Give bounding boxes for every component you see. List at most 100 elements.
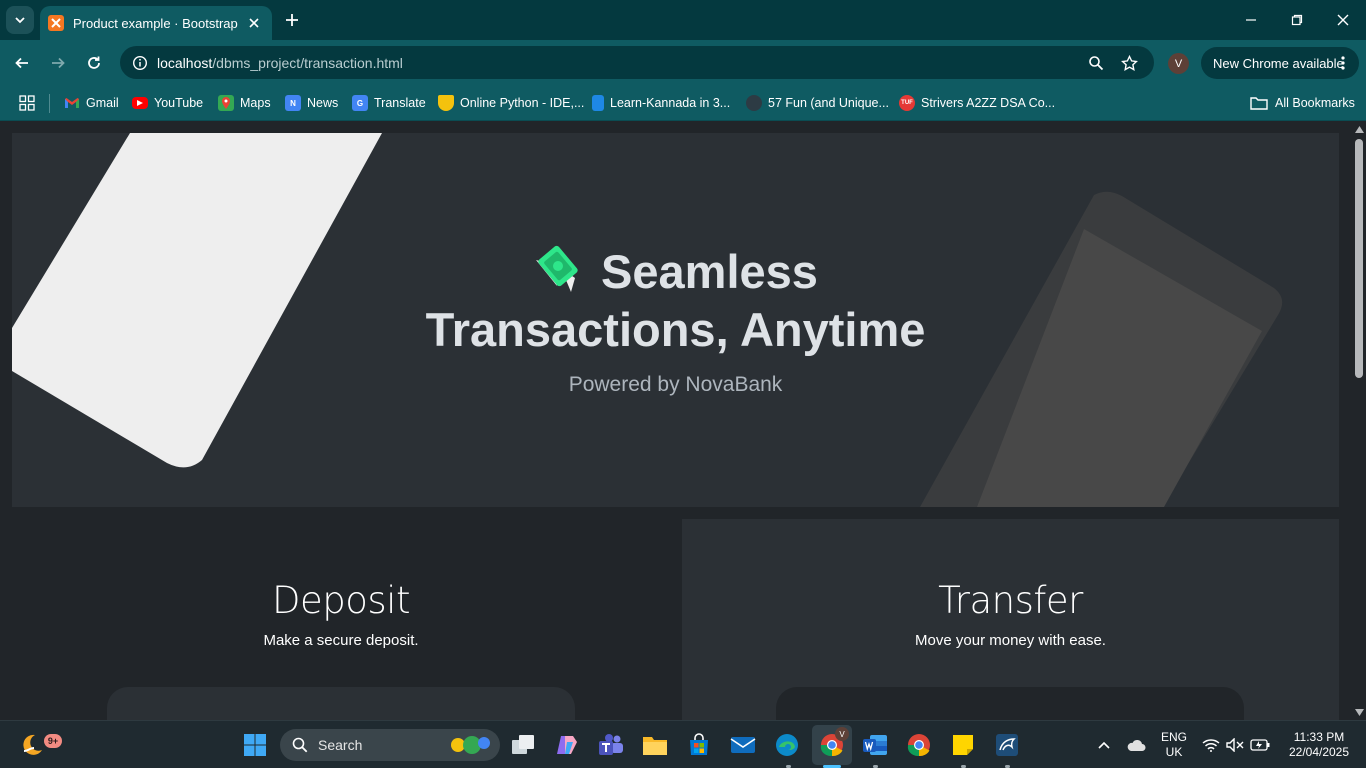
tab-close-button[interactable] <box>244 13 264 33</box>
folder-icon <box>643 737 667 755</box>
chrome-profile-badge: V <box>835 727 849 741</box>
onedrive-button[interactable] <box>1122 727 1150 763</box>
task-view-button[interactable] <box>505 727 541 763</box>
hero-title-line1: Seamless <box>601 245 818 298</box>
all-bookmarks-label: All Bookmarks <box>1275 96 1355 110</box>
scroll-up-arrow[interactable] <box>1354 124 1364 134</box>
copilot-icon <box>557 736 577 754</box>
bookmark-label: Gmail <box>86 96 119 110</box>
microsoft-store-button[interactable] <box>681 727 717 763</box>
chrome-icon <box>907 734 930 757</box>
bookmark-strivers[interactable]: TUF Strivers A2ZZ DSA Co... <box>899 91 1055 115</box>
deposit-title: Deposit <box>272 579 410 622</box>
mysql-workbench-button[interactable] <box>989 727 1025 763</box>
bookmark-star-button[interactable] <box>1117 51 1141 75</box>
address-bar[interactable]: localhost/dbms_project/transaction.html <box>120 46 1154 79</box>
edge-button[interactable] <box>769 727 805 763</box>
language-indicator[interactable]: ENG UK <box>1157 730 1191 760</box>
search-highlight-icon <box>451 736 490 754</box>
bookmarks-bar: Gmail YouTube Maps N News G Translate On… <box>0 86 1366 121</box>
scroll-thumb[interactable] <box>1355 139 1363 378</box>
widgets-button[interactable]: 9+ <box>14 727 62 763</box>
bookmark-label: Translate <box>374 96 426 110</box>
profile-avatar[interactable]: V <box>1168 53 1189 74</box>
zoom-button[interactable] <box>1084 51 1108 75</box>
tuf-icon: TUF <box>899 95 915 111</box>
windows-taskbar: 9+ Search V ENG UK 11:33 PM 22/04/2025 <box>0 720 1366 768</box>
bookmark-translate[interactable]: G Translate <box>352 91 426 115</box>
bookmark-online-python[interactable]: Online Python - IDE,... <box>438 91 584 115</box>
bookmark-57-fun[interactable]: 57 Fun (and Unique... <box>746 91 889 115</box>
bookmark-learn-kannada[interactable]: Learn-Kannada in 3... <box>592 91 730 115</box>
minimize-icon <box>1246 19 1256 21</box>
reload-button[interactable] <box>80 49 108 77</box>
bookmark-label: News <box>307 96 339 110</box>
wifi-icon <box>1202 739 1220 752</box>
youtube-icon <box>132 97 148 109</box>
bookmark-news[interactable]: N News <box>285 91 338 115</box>
chrome-update-button[interactable]: New Chrome available <box>1201 47 1359 79</box>
bookmark-gmail[interactable]: Gmail <box>64 91 119 115</box>
start-button[interactable] <box>237 727 273 763</box>
notification-badge: 9+ <box>44 734 62 748</box>
forward-button[interactable] <box>44 49 72 77</box>
teams-button[interactable] <box>593 727 629 763</box>
hero-section: Seamless Transactions, Anytime Powered b… <box>12 133 1339 507</box>
transfer-title: Transfer <box>938 579 1083 622</box>
apps-grid-icon <box>19 95 35 111</box>
word-icon <box>863 735 887 755</box>
show-hidden-icons-button[interactable] <box>1092 727 1116 763</box>
battery-charging-icon <box>1250 739 1270 751</box>
dolphin-icon <box>996 734 1018 756</box>
task-view-icon <box>512 735 534 754</box>
page-scrollbar[interactable] <box>1351 121 1366 720</box>
kannada-icon <box>592 95 604 111</box>
back-button[interactable] <box>8 49 36 77</box>
word-button[interactable] <box>857 727 893 763</box>
chrome-profile-button[interactable]: V <box>814 727 850 763</box>
restore-button[interactable] <box>1274 0 1320 40</box>
clock[interactable]: 11:33 PM 22/04/2025 <box>1281 730 1357 760</box>
sticky-notes-button[interactable] <box>945 727 981 763</box>
hero-title-line2: Transactions, Anytime <box>425 303 926 356</box>
python-shield-icon <box>438 95 454 111</box>
page-viewport: Seamless Transactions, Anytime Powered b… <box>0 121 1366 720</box>
transfer-form-card <box>776 687 1244 720</box>
all-bookmarks-button[interactable]: All Bookmarks <box>1250 91 1355 115</box>
tab-search-button[interactable] <box>6 6 34 34</box>
new-tab-button[interactable] <box>280 8 304 32</box>
magnifier-icon <box>1089 56 1104 71</box>
reload-icon <box>88 56 100 69</box>
store-icon <box>690 733 708 755</box>
apps-button[interactable] <box>16 92 38 114</box>
url-text: localhost/dbms_project/transaction.html <box>157 55 403 71</box>
wifi-button[interactable] <box>1199 727 1223 763</box>
battery-button[interactable] <box>1247 727 1273 763</box>
bookmark-maps[interactable]: Maps <box>218 91 271 115</box>
bookmark-label: Learn-Kannada in 3... <box>610 96 731 110</box>
close-window-button[interactable] <box>1320 0 1366 40</box>
copilot-button[interactable] <box>549 727 585 763</box>
sticky-notes-icon <box>953 735 973 755</box>
deposit-section: Deposit Make a secure deposit. <box>12 519 670 720</box>
search-label: Search <box>318 737 363 753</box>
chrome-button[interactable] <box>901 727 937 763</box>
clock-date: 22/04/2025 <box>1288 745 1350 759</box>
site-info-button[interactable] <box>128 51 152 75</box>
tab-title: Product example · Bootstrap v5 <box>73 15 241 31</box>
file-explorer-button[interactable] <box>637 727 673 763</box>
scroll-down-arrow[interactable] <box>1354 707 1364 717</box>
gmail-icon <box>64 95 80 111</box>
more-vertical-icon <box>1341 56 1345 70</box>
mail-button[interactable] <box>725 727 761 763</box>
bookmark-label: Online Python - IDE,... <box>460 96 585 110</box>
transfer-section: Transfer Move your money with ease. <box>682 519 1339 720</box>
minimize-button[interactable] <box>1228 0 1274 40</box>
bookmark-youtube[interactable]: YouTube <box>132 91 203 115</box>
taskbar-search[interactable]: Search <box>280 729 500 761</box>
clock-time: 11:33 PM <box>1293 730 1345 744</box>
triangle-up-icon <box>1354 125 1364 133</box>
volume-button[interactable] <box>1223 727 1247 763</box>
tab-active[interactable]: Product example · Bootstrap v5 <box>40 6 272 40</box>
hero-subtitle: Powered by NovaBank <box>568 373 783 396</box>
